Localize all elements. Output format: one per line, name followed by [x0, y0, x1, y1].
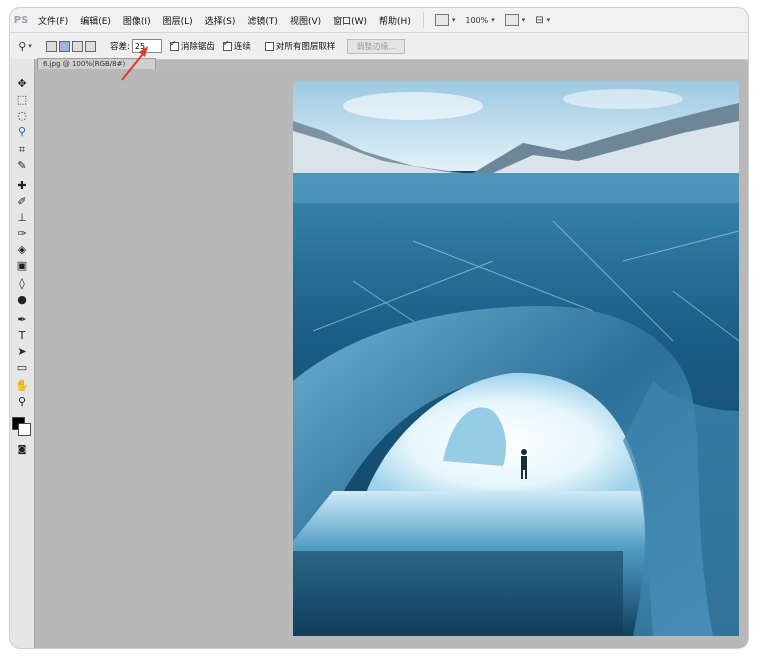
photoshop-window: PS 文件(F) 编辑(E) 图像(I) 图层(L) 选择(S) 滤镜(T) 视…: [10, 8, 748, 648]
annotation-arrow: [121, 46, 148, 81]
